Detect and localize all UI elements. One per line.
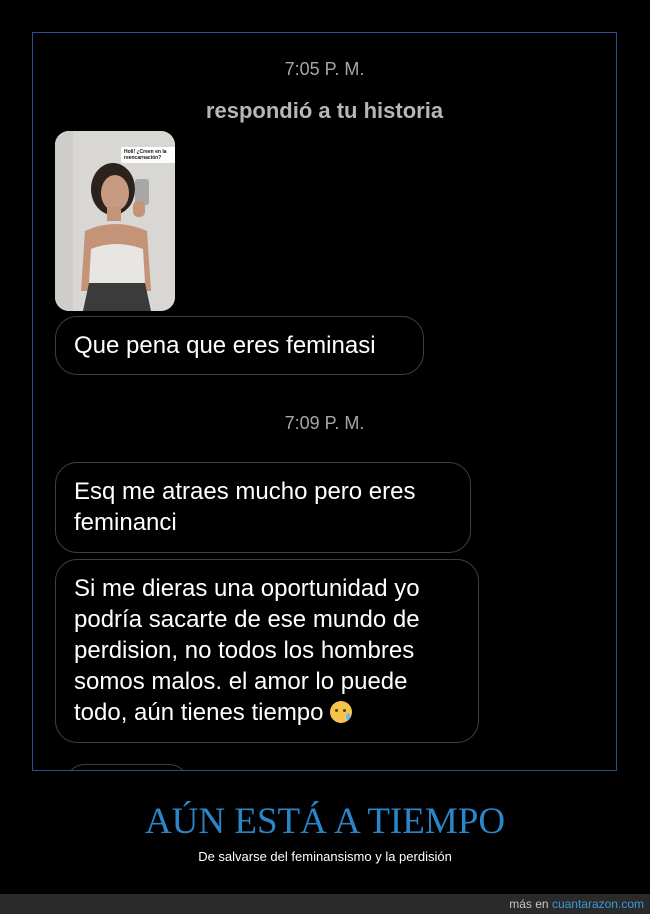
story-thumbnail[interactable]: Holi! ¿Creen en la reencarnación? bbox=[55, 131, 175, 311]
message-bubble[interactable]: Esq me atraes mucho pero eres feminanci bbox=[55, 462, 471, 553]
message-bubble[interactable]: Que pena que eres feminasi bbox=[55, 316, 424, 375]
message-text: Si me dieras una oportunidad yo podría s… bbox=[74, 575, 420, 726]
meme-headline: AÚN ESTÁ A TIEMPO bbox=[144, 801, 506, 842]
timestamp: 7:05 P. M. bbox=[284, 59, 365, 79]
message-bubble-partial[interactable] bbox=[65, 764, 189, 770]
footer-prefix: más en bbox=[509, 897, 552, 911]
story-reply-label: respondió a tu historia bbox=[205, 98, 444, 123]
message-text: Que pena que eres feminasi bbox=[74, 332, 376, 359]
message-text: Esq me atraes mucho pero eres feminanci bbox=[74, 478, 416, 536]
story-caption: Holi! ¿Creen en la reencarnación? bbox=[121, 147, 175, 163]
meme-subtitle: De salvarse del feminansismo y la perdis… bbox=[198, 849, 452, 864]
timestamp: 7:09 P. M. bbox=[284, 413, 365, 433]
crying-face-emoji-icon bbox=[329, 701, 352, 723]
message-bubble[interactable]: Si me dieras una oportunidad yo podría s… bbox=[55, 559, 479, 743]
footer-bar: más en cuantarazon.com bbox=[0, 894, 650, 914]
footer-site-link[interactable]: cuantarazon.com bbox=[552, 897, 644, 911]
footer-credit: más en cuantarazon.com bbox=[509, 897, 644, 911]
chat-screenshot-frame: 7:05 P. M. respondió a tu historia Holi!… bbox=[32, 32, 617, 771]
